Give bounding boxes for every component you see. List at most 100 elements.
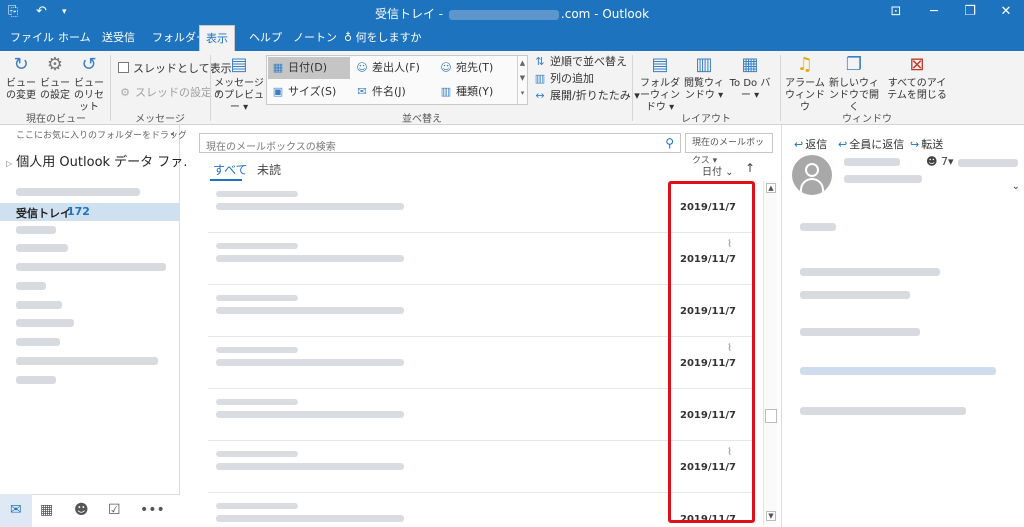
reminders-window-button[interactable]: ♫ アラームウィンドウ	[784, 54, 826, 114]
lightbulb-icon: ♁	[344, 31, 353, 44]
from-icon: ☺	[356, 61, 368, 74]
collapse-pane-icon[interactable]: ‹	[171, 127, 175, 140]
redacted-email	[448, 9, 559, 20]
folder-item[interactable]	[16, 282, 46, 290]
message-preview-button[interactable]: ▤ メッセージのプレビュー ▾	[214, 54, 264, 114]
date-column-highlight	[668, 181, 755, 523]
ribbon-display-icon[interactable]: ⊡	[884, 3, 908, 21]
sort-size-option[interactable]: ▣ サイズ(S)	[271, 84, 336, 100]
redacted-link	[800, 367, 996, 375]
filter-all-tab[interactable]: すべて	[213, 161, 248, 178]
open-new-window-button[interactable]: ❐ 新しいウィンドウで開く	[826, 54, 882, 114]
todo-bar-icon: ▦	[741, 54, 759, 75]
tasks-icon[interactable]: ☑	[108, 502, 121, 518]
sort-from-option[interactable]: ☺ 差出人(F)	[355, 60, 420, 76]
tab-send-receive[interactable]: 送受信	[96, 25, 141, 51]
group-label-messages: メッセージ	[135, 114, 185, 125]
message-list-scrollbar[interactable]: ▲ ▼	[763, 181, 777, 525]
new-window-icon: ❐	[845, 54, 863, 75]
account-root[interactable]: ▷ 個人用 Outlook データ ファ…	[6, 151, 196, 170]
change-view-button[interactable]: ↻ ビューの変更	[4, 54, 38, 102]
arrangement-gallery: ▦ 日付(D) ☺ 差出人(F) ☺ 宛先(T) ▣ サイズ(S) ✉ 件名(J) ▥ 種類…	[266, 55, 528, 105]
sort-to-option[interactable]: ☺ 宛先(T)	[439, 60, 493, 76]
reading-pane-icon: ▥	[695, 54, 713, 75]
expand-collapse-button[interactable]: ↔ 展開/折りたたみ ▾	[533, 88, 639, 104]
reading-pane-button[interactable]: ▥ 閲覧ウィンドウ ▾	[684, 54, 724, 102]
folder-item[interactable]	[16, 338, 60, 346]
tab-home[interactable]: ホーム	[52, 25, 97, 51]
redacted-sender-detail	[844, 175, 922, 183]
redacted-subject	[216, 411, 404, 418]
folder-pane-button[interactable]: ▤ フォルダーウィンドウ ▾	[638, 54, 682, 114]
thread-settings-button[interactable]: ⚙ スレッドの設定 ▾	[118, 85, 221, 101]
folder-item[interactable]	[16, 226, 56, 234]
tab-norton[interactable]: ノートン	[287, 25, 343, 51]
gallery-scroll[interactable]: ▲ ▼ ▾	[517, 56, 527, 104]
size-icon: ▣	[272, 85, 284, 98]
group-label-window: ウィンドウ	[842, 114, 892, 125]
sender-avatar	[792, 155, 832, 195]
reply-icon: ↩	[794, 138, 804, 151]
redacted-timestamp	[958, 159, 1018, 167]
reset-view-button[interactable]: ↺ ビューのリセット	[72, 54, 106, 114]
add-columns-button[interactable]: ▥ 列の追加	[533, 71, 594, 87]
folder-item[interactable]	[16, 357, 158, 365]
reply-all-button[interactable]: ↩ 全員に返信	[838, 136, 904, 152]
tab-tell-me[interactable]: ♁ 何をしますか	[338, 25, 428, 51]
todo-bar-button[interactable]: ▦ To Do バー ▾	[726, 54, 774, 102]
restore-icon[interactable]: ❐	[958, 3, 982, 21]
folder-pane: ここにお気に入りのフォルダーをドラッグし ‹ ▷ 個人用 Outlook データ…	[0, 125, 196, 527]
inbox-unread-count: 172	[67, 205, 90, 218]
folder-item[interactable]	[16, 301, 62, 309]
scroll-thumb[interactable]	[765, 409, 777, 423]
folder-item[interactable]	[16, 319, 74, 327]
folder-item[interactable]	[16, 376, 56, 384]
view-settings-button[interactable]: ⚙ ビューの設定	[38, 54, 72, 102]
tab-help[interactable]: ヘルプ	[243, 25, 288, 51]
search-scope-dropdown[interactable]: 現在のメールボックス ▾	[685, 133, 773, 166]
close-all-items-button[interactable]: ⊠ すべてのアイテムを閉じる	[884, 54, 950, 102]
folder-item[interactable]	[16, 263, 166, 271]
expand-arrow-icon: ▷	[6, 159, 13, 168]
mail-icon[interactable]: ✉	[10, 502, 22, 518]
reverse-sort-icon: ⇅	[535, 55, 545, 68]
change-view-icon: ↻	[13, 54, 29, 75]
reply-button[interactable]: ↩ 返信	[794, 136, 827, 152]
reverse-sort-button[interactable]: ⇅ 逆順で並べ替え	[533, 54, 627, 70]
more-icon[interactable]: •••	[140, 502, 165, 518]
redacted-body-line	[800, 268, 940, 276]
scroll-up-icon[interactable]: ▲	[766, 183, 776, 193]
redacted-body-line	[800, 407, 966, 415]
recipients-count[interactable]: ☻ 7▾	[926, 155, 954, 168]
calendar-icon[interactable]: ▦	[40, 502, 53, 518]
reading-pane: ↩ 返信 ↩ 全員に返信 ↪ 転送 ☻ 7▾ ⌄	[781, 125, 1024, 527]
filter-unread-tab[interactable]: 未読	[257, 161, 281, 178]
close-icon[interactable]: ✕	[994, 3, 1018, 21]
folder-item[interactable]	[16, 244, 68, 252]
sort-direction-icon[interactable]: ↑	[745, 161, 755, 175]
reset-view-icon: ↺	[81, 54, 97, 75]
message-preview-icon: ▤	[230, 54, 248, 75]
redacted-account	[16, 188, 140, 196]
group-label-arrangement: 並べ替え	[402, 114, 442, 125]
people-icon[interactable]: ☻	[74, 502, 89, 518]
redacted-subject	[216, 515, 404, 522]
search-icon[interactable]: ⚲	[665, 136, 674, 150]
close-all-icon: ⊠	[909, 54, 925, 75]
sort-by-dropdown[interactable]: 日付 ⌄	[702, 163, 734, 178]
sort-type-option[interactable]: ▥ 種類(Y)	[439, 84, 494, 100]
bell-icon: ♫	[796, 54, 814, 75]
expand-header-icon[interactable]: ⌄	[1012, 181, 1020, 192]
expand-collapse-icon: ↔	[535, 89, 545, 102]
redacted-subject	[216, 255, 404, 262]
sort-subject-option[interactable]: ✉ 件名(J)	[355, 84, 405, 100]
minimize-icon[interactable]: ─	[922, 3, 946, 21]
tab-view[interactable]: 表示	[199, 25, 235, 52]
group-label-layout: レイアウト	[681, 114, 731, 125]
redacted-sender	[216, 399, 298, 405]
forward-button[interactable]: ↪ 転送	[910, 136, 943, 152]
scroll-down-icon[interactable]: ▼	[766, 511, 776, 521]
sort-date-option[interactable]: ▦ 日付(D)	[271, 60, 327, 76]
search-input[interactable]: 現在のメールボックスの検索 ⚲	[199, 133, 681, 153]
folder-inbox[interactable]: 受信トレイ 172	[0, 203, 180, 221]
